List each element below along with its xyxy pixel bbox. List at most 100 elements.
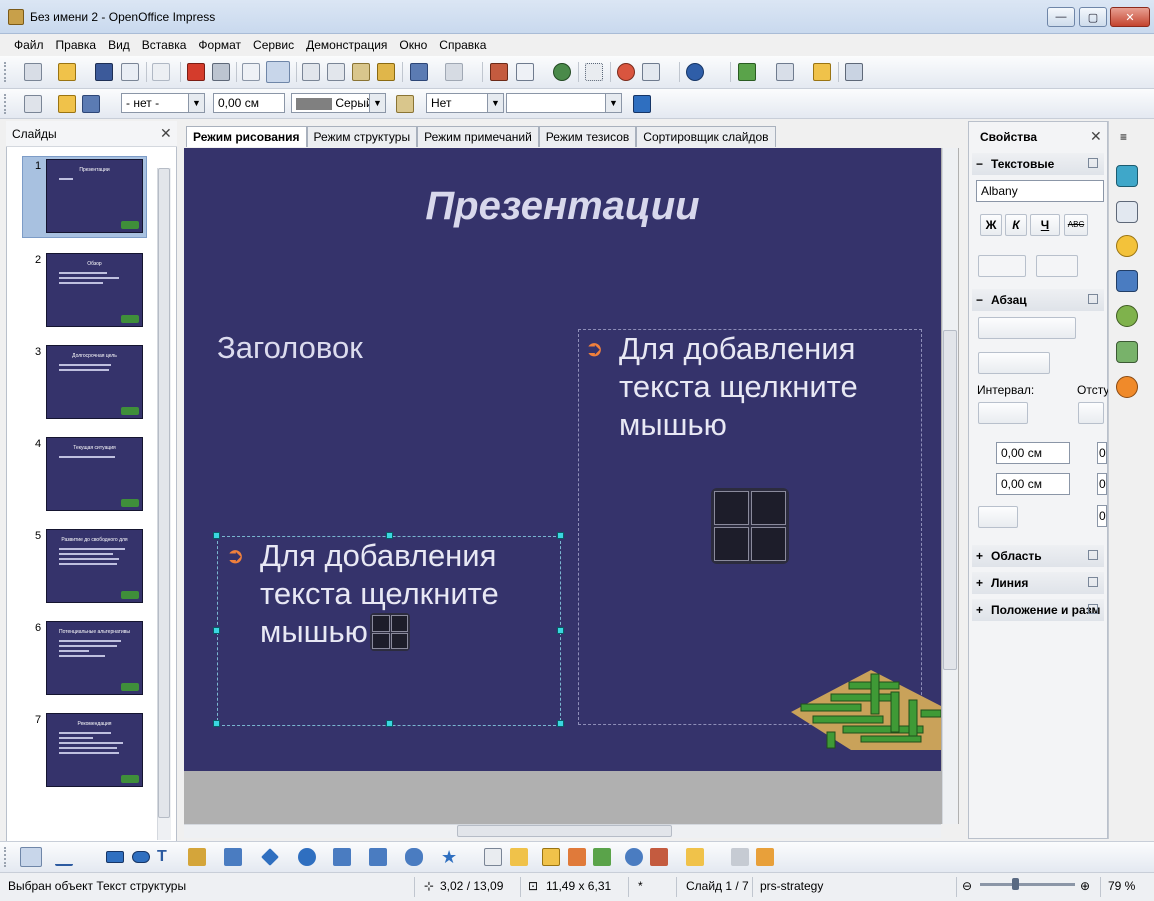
arrow-style-icon[interactable]	[82, 95, 100, 113]
paragraph-alignment-buttons[interactable]	[978, 317, 1076, 339]
line-style-select[interactable]: - нет - ▼	[121, 93, 205, 113]
grid-icon[interactable]	[585, 63, 603, 81]
slide-thumbnail-1[interactable]: Презентации	[46, 159, 143, 233]
status-master-page[interactable]: prs-strategy	[760, 879, 823, 893]
styles-deck-icon[interactable]	[1116, 305, 1138, 327]
more-options-icon[interactable]	[1088, 158, 1098, 168]
copy-icon[interactable]	[327, 63, 345, 81]
slides-pane-scroll-thumb[interactable]	[158, 168, 170, 818]
more-options-icon[interactable]	[1088, 294, 1098, 304]
impress-app-icon[interactable]	[8, 9, 24, 25]
spacing-below-field[interactable]: 0,00 см	[996, 473, 1070, 495]
font-grow-shrink-buttons[interactable]	[978, 255, 1026, 277]
character-spacing-button[interactable]	[1036, 255, 1078, 277]
from-file-icon[interactable]	[568, 848, 586, 866]
zoom-out-icon[interactable]: ⊖	[962, 879, 972, 893]
section-paragraph[interactable]: − Абзац	[972, 289, 1104, 311]
basic-shapes-icon[interactable]	[261, 848, 279, 866]
zoom-icon[interactable]	[642, 63, 660, 81]
navigator-icon[interactable]	[617, 63, 635, 81]
open-folder-icon[interactable]	[58, 63, 76, 81]
paste-icon[interactable]	[352, 63, 370, 81]
slide-thumbnail-5[interactable]: Развитие до свободного для	[46, 529, 143, 603]
tab-handout-view[interactable]: Режим тезисов	[538, 126, 637, 147]
workspace-vertical-scroll-thumb[interactable]	[943, 330, 957, 670]
resize-handle[interactable]	[557, 627, 564, 634]
arrange-icon[interactable]	[686, 848, 704, 866]
spellcheck-icon[interactable]	[242, 63, 260, 81]
status-modified[interactable]: *	[638, 879, 643, 893]
undo-icon[interactable]	[410, 63, 428, 81]
line-tool-icon[interactable]	[55, 848, 73, 866]
section-line[interactable]: + Линия	[972, 572, 1104, 594]
insert-table-icon[interactable]	[372, 615, 390, 632]
start-slideshow-icon[interactable]	[845, 63, 863, 81]
fontwork-icon[interactable]	[542, 848, 560, 866]
properties-deck-icon[interactable]	[1116, 165, 1138, 187]
slide-thumbnail-6[interactable]: Потенциальные альтернативы	[46, 621, 143, 695]
rectangle-tool-icon[interactable]	[106, 851, 124, 863]
toolbar-grip[interactable]	[4, 847, 8, 867]
area-fill-select[interactable]: ▼	[506, 93, 622, 113]
animation-deck-icon[interactable]	[1116, 235, 1138, 257]
menu-format[interactable]: Формат	[192, 38, 247, 52]
sidebar-close-icon[interactable]: ✕	[1090, 128, 1102, 145]
resize-handle[interactable]	[386, 532, 393, 539]
bold-button[interactable]: Ж	[980, 214, 1002, 236]
content-placeholder-right[interactable]: ➲ Для добавления текста щелкните мышью	[578, 329, 922, 725]
shadow-icon[interactable]	[633, 95, 651, 113]
menu-file[interactable]: Файл	[8, 38, 50, 52]
flowchart-icon[interactable]	[369, 848, 387, 866]
symbol-shapes-icon[interactable]	[298, 848, 316, 866]
slide-thumbnail-7[interactable]: Рекомендация	[46, 713, 143, 787]
slide-design-icon[interactable]	[813, 63, 831, 81]
zoom-slider-knob[interactable]	[1012, 878, 1019, 890]
block-arrows-icon[interactable]	[333, 848, 351, 866]
spacing-buttons[interactable]	[978, 402, 1028, 424]
slide-heading-placeholder[interactable]: Заголовок	[217, 330, 363, 366]
insert-image-icon[interactable]	[372, 632, 390, 649]
menu-edit[interactable]: Правка	[50, 38, 103, 52]
slide-title[interactable]: Презентации	[184, 184, 941, 229]
chevron-down-icon[interactable]: ▼	[188, 94, 204, 112]
slide-transition-deck-icon[interactable]	[1116, 270, 1138, 292]
stars-icon[interactable]: ★	[441, 848, 459, 866]
export-pdf-icon[interactable]	[187, 63, 205, 81]
menu-help[interactable]: Справка	[433, 38, 492, 52]
insert-video-icon[interactable]	[390, 632, 408, 649]
more-options-icon[interactable]	[1088, 550, 1098, 560]
redo-icon[interactable]	[445, 63, 463, 81]
gallery-icon[interactable]	[593, 848, 611, 866]
resize-handle[interactable]	[557, 532, 564, 539]
indent-after-field[interactable]: 0	[1097, 473, 1107, 495]
line-width-field[interactable]: 0,00 см	[213, 93, 285, 113]
italic-button[interactable]: К	[1005, 214, 1027, 236]
minimize-button[interactable]: —	[1047, 7, 1075, 27]
insert-fontwork-icon[interactable]	[553, 63, 571, 81]
chevron-down-icon[interactable]: ▼	[487, 94, 503, 112]
resize-handle[interactable]	[213, 720, 220, 727]
alignment-icon[interactable]	[650, 848, 668, 866]
save-icon[interactable]	[95, 63, 113, 81]
insert-video-icon[interactable]	[751, 527, 786, 561]
first-line-indent-field[interactable]: 0	[1097, 505, 1107, 527]
slide-thumbnail-3[interactable]: Долгосрочная цель	[46, 345, 143, 419]
area-fill-icon[interactable]	[396, 95, 414, 113]
slide-thumbnail-4[interactable]: Текущая ситуация	[46, 437, 143, 511]
insert-chart-icon[interactable]	[390, 615, 408, 632]
new-document-icon[interactable]	[24, 63, 42, 81]
help-icon[interactable]	[686, 63, 704, 81]
tab-drawing-view[interactable]: Режим рисования	[186, 126, 307, 147]
area-style-select[interactable]: Нет ▼	[426, 93, 504, 113]
maximize-button[interactable]: ▢	[1079, 7, 1107, 27]
list-buttons[interactable]	[978, 352, 1050, 374]
more-options-icon[interactable]	[1088, 577, 1098, 587]
font-name-select[interactable]: Albany	[976, 180, 1104, 202]
menu-tools[interactable]: Сервис	[247, 38, 300, 52]
styles-icon[interactable]	[24, 95, 42, 113]
rotate-icon[interactable]	[625, 848, 643, 866]
slide-layout-icon[interactable]	[776, 63, 794, 81]
more-options-icon[interactable]	[1088, 604, 1098, 614]
slides-pane-close-icon[interactable]: ✕	[160, 125, 172, 142]
connector-tool-icon[interactable]	[224, 848, 242, 866]
